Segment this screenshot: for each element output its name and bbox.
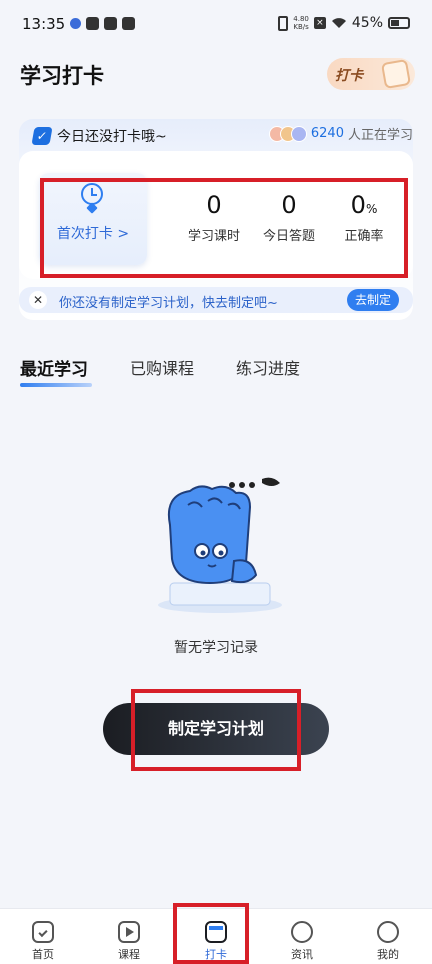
notification-icons (70, 17, 135, 30)
empty-state-text: 暂无学习记录 (174, 640, 258, 656)
battery-icon (388, 17, 410, 29)
battery-percentage: 45% (351, 15, 383, 31)
checkin-status-text: 今日还没打卡哦~ (57, 129, 167, 145)
checkin-badge-button[interactable]: 打卡 (327, 58, 415, 90)
vibrate-icon (278, 15, 289, 31)
app-notification-icon (70, 18, 81, 29)
network-speed-unit: KB/s (293, 23, 309, 31)
highlight-box (131, 689, 301, 771)
banner-text: 你还没有制定学习计划，快去制定吧~ (59, 296, 278, 311)
nav-courses[interactable]: 课程 (99, 921, 159, 962)
app-notification-icon (86, 17, 99, 30)
play-icon (118, 921, 140, 943)
online-count: 6240 (310, 126, 344, 141)
nav-label: 资讯 (291, 948, 313, 961)
notebook-icon (380, 58, 412, 90)
learning-tabs: 最近学习 已购课程 练习进度 (20, 355, 342, 387)
status-bar: 13:35 4.80 KB/s × 45% (0, 0, 432, 50)
checkin-status: ✓ 今日还没打卡哦~ (31, 126, 167, 146)
nav-label: 我的 (377, 948, 399, 961)
tab-practice-progress[interactable]: 练习进度 (236, 355, 300, 380)
wifi-icon (331, 18, 346, 28)
tab-recent-learning[interactable]: 最近学习 (20, 355, 92, 387)
page-title: 学习打卡 (20, 64, 104, 88)
check-icon: ✓ (31, 127, 53, 145)
highlight-box (173, 903, 249, 964)
nav-news[interactable]: 资讯 (272, 921, 332, 962)
app-notification-icon (104, 17, 117, 30)
online-learners: 6240 人正在学习 (268, 124, 413, 143)
avatar-group (268, 125, 307, 142)
network-speed-value: 4.80 (293, 15, 309, 23)
system-icons: 4.80 KB/s × 45% (278, 15, 410, 31)
home-icon (32, 921, 54, 943)
highlight-box (40, 178, 408, 278)
profile-icon (377, 921, 399, 943)
nav-label: 首页 (32, 948, 54, 961)
make-plan-link-button[interactable]: 去制定 (346, 289, 399, 311)
avatar (290, 125, 307, 142)
network-speed: 4.80 KB/s (293, 15, 309, 31)
plan-reminder-banner: ✕ 你还没有制定学习计划，快去制定吧~ 去制定 (19, 287, 413, 313)
tiktok-icon (122, 17, 135, 30)
checkin-badge-label: 打卡 (335, 68, 363, 84)
nav-label: 课程 (118, 948, 140, 961)
close-icon[interactable]: ✕ (29, 291, 47, 309)
compass-icon (291, 921, 313, 943)
status-time: 13:35 (22, 15, 66, 33)
empty-state-illustration (158, 477, 282, 613)
nav-home[interactable]: 首页 (13, 921, 73, 962)
online-suffix: 人正在学习 (347, 128, 413, 143)
no-sim-icon: × (313, 17, 326, 29)
nav-mine[interactable]: 我的 (358, 921, 418, 962)
tab-purchased-courses[interactable]: 已购课程 (130, 355, 194, 380)
